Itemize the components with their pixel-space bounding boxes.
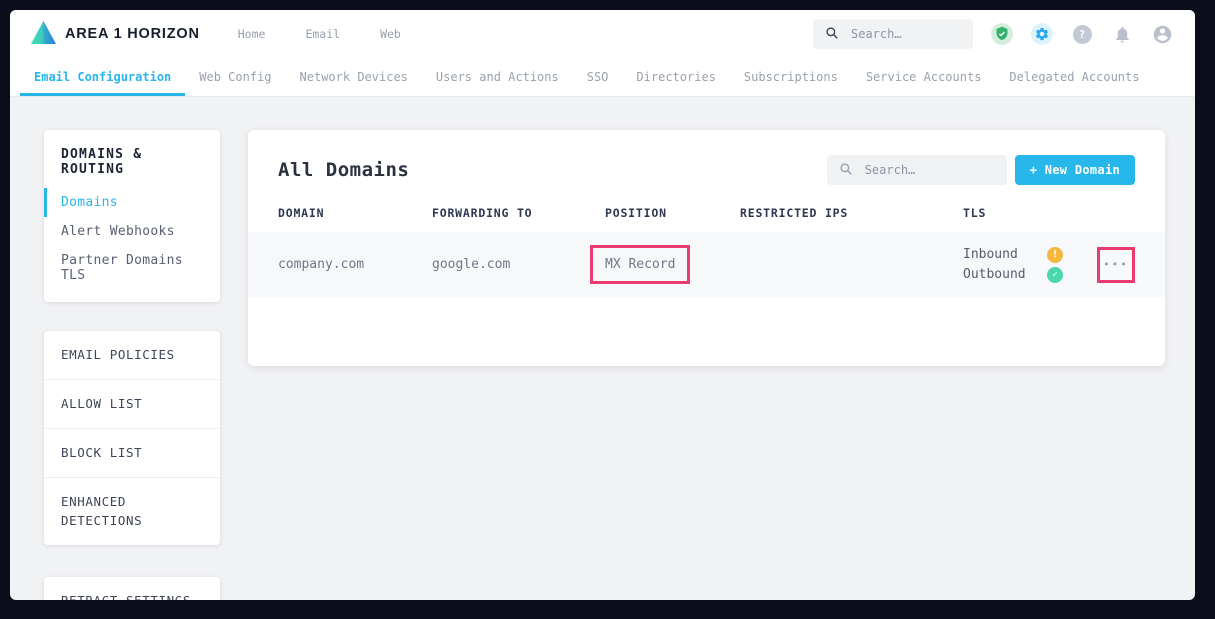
sidebar-item-allow-list[interactable]: ALLOW LIST: [44, 380, 220, 429]
domains-search-input[interactable]: [863, 162, 995, 178]
domain-cell: company.com: [278, 257, 432, 272]
tls-inbound-label: Inbound: [963, 247, 1018, 262]
header-actions: [813, 19, 1173, 49]
tab-sso[interactable]: SSO: [573, 58, 623, 96]
page-content: DOMAINS & ROUTING Domains Alert Webhooks…: [10, 97, 1195, 600]
search-icon: [839, 161, 853, 180]
settings-sidebar: DOMAINS & ROUTING Domains Alert Webhooks…: [44, 130, 220, 600]
user-avatar-icon[interactable]: [1151, 23, 1173, 45]
tls-outbound-label: Outbound: [963, 267, 1026, 282]
column-header-forwarding-to: FORWARDING TO: [432, 206, 605, 220]
sidebar-item-domains[interactable]: Domains: [44, 188, 220, 217]
global-search[interactable]: [813, 19, 973, 49]
sidebar-item-block-list[interactable]: BLOCK LIST: [44, 429, 220, 478]
position-value-highlight-box: MX Record: [590, 245, 690, 284]
tls-cell: Inbound Outbound: [963, 247, 1086, 283]
column-header-position: POSITION: [605, 206, 740, 220]
tab-email-configuration[interactable]: Email Configuration: [20, 58, 185, 96]
logo-text: AREA 1 HORIZON: [65, 26, 200, 42]
check-icon: [1047, 267, 1063, 283]
domains-table: DOMAIN FORWARDING TO POSITION RESTRICTED…: [248, 206, 1165, 297]
logo[interactable]: AREA 1 HORIZON: [30, 20, 200, 49]
sidebar-item-alert-webhooks[interactable]: Alert Webhooks: [44, 217, 220, 246]
position-value: MX Record: [605, 257, 675, 272]
sidebar-item-retract-settings[interactable]: RETRACT SETTINGS: [44, 577, 220, 600]
tls-inbound-status: Inbound: [963, 247, 1063, 263]
nav-email[interactable]: Email: [305, 27, 340, 41]
top-nav: Home Email Web: [238, 27, 401, 41]
tab-web-config[interactable]: Web Config: [185, 58, 285, 96]
shield-check-icon[interactable]: [991, 23, 1013, 45]
table-header-row: DOMAIN FORWARDING TO POSITION RESTRICTED…: [248, 206, 1165, 220]
section-tabbar: Email Configuration Web Config Network D…: [10, 58, 1195, 97]
sidebar-item-email-policies[interactable]: EMAIL POLICIES: [44, 331, 220, 380]
column-header-tls: TLS: [963, 206, 1086, 220]
domains-search[interactable]: [827, 155, 1007, 185]
forwarding-to-cell: google.com: [432, 257, 605, 272]
position-cell: MX Record: [605, 245, 740, 284]
settings-gear-icon[interactable]: [1031, 23, 1053, 45]
tab-delegated-accounts[interactable]: Delegated Accounts: [995, 58, 1153, 96]
actions-cell: [1097, 247, 1135, 283]
policies-card: EMAIL POLICIES ALLOW LIST BLOCK LIST ENH…: [44, 331, 220, 545]
notifications-bell-icon[interactable]: [1111, 23, 1133, 45]
search-icon: [825, 25, 839, 44]
nav-home[interactable]: Home: [238, 27, 266, 41]
row-actions-button[interactable]: [1097, 247, 1135, 283]
tab-users-and-actions[interactable]: Users and Actions: [422, 58, 573, 96]
tab-directories[interactable]: Directories: [622, 58, 729, 96]
table-row[interactable]: company.com google.com MX Record Inbound: [248, 232, 1165, 297]
global-search-input[interactable]: [849, 26, 961, 42]
page-title: All Domains: [278, 159, 409, 181]
top-header: AREA 1 HORIZON Home Email Web: [10, 10, 1195, 58]
column-header-domain: DOMAIN: [278, 206, 432, 220]
tab-service-accounts[interactable]: Service Accounts: [852, 58, 996, 96]
retract-settings-card: RETRACT SETTINGS: [44, 577, 220, 600]
sidebar-item-enhanced-detections[interactable]: ENHANCED DETECTIONS: [44, 478, 220, 544]
column-header-restricted-ips: RESTRICTED IPS: [740, 206, 963, 220]
domains-routing-title: DOMAINS & ROUTING: [44, 147, 220, 177]
app-window: AREA 1 HORIZON Home Email Web: [10, 10, 1195, 600]
help-icon[interactable]: [1071, 23, 1093, 45]
sidebar-item-partner-domains-tls[interactable]: Partner Domains TLS: [44, 246, 220, 290]
tab-subscriptions[interactable]: Subscriptions: [730, 58, 852, 96]
nav-web[interactable]: Web: [380, 27, 401, 41]
logo-triangle-icon: [30, 20, 57, 49]
panel-header: All Domains + New Domain: [248, 130, 1165, 185]
panel-actions: + New Domain: [827, 155, 1135, 185]
new-domain-button[interactable]: + New Domain: [1015, 155, 1135, 185]
tls-outbound-status: Outbound: [963, 267, 1063, 283]
all-domains-panel: All Domains + New Domain DOMAI: [248, 130, 1165, 366]
more-options-icon: [1103, 259, 1129, 270]
warning-icon: [1047, 247, 1063, 263]
domains-routing-card: DOMAINS & ROUTING Domains Alert Webhooks…: [44, 130, 220, 302]
tab-network-devices[interactable]: Network Devices: [286, 58, 422, 96]
